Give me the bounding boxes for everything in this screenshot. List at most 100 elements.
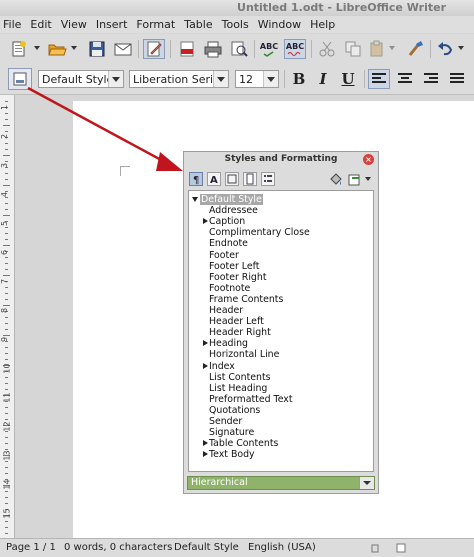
svg-text:¶: ¶ bbox=[193, 175, 199, 185]
italic-button[interactable]: I bbox=[312, 69, 334, 89]
styles-and-formatting-icon[interactable] bbox=[8, 68, 32, 90]
edit-document-icon[interactable] bbox=[143, 39, 165, 59]
status-language[interactable]: English (USA) bbox=[248, 542, 316, 553]
list-styles-icon[interactable] bbox=[261, 172, 275, 186]
print-preview-icon[interactable] bbox=[228, 39, 250, 59]
style-list-label: Addressee bbox=[209, 205, 258, 217]
ruler-tick bbox=[5, 197, 8, 198]
ruler-tick bbox=[3, 185, 10, 186]
menu-file[interactable]: File bbox=[0, 18, 27, 31]
open-folder-icon[interactable] bbox=[46, 39, 68, 59]
bold-button[interactable]: B bbox=[288, 69, 310, 89]
filter-value: Hierarchical bbox=[191, 477, 248, 488]
undo-dropdown-icon[interactable] bbox=[458, 46, 464, 50]
ruler-tick bbox=[3, 155, 10, 156]
email-icon[interactable] bbox=[112, 39, 134, 59]
font-size-select[interactable]: 12 bbox=[235, 70, 279, 88]
style-list-label: Footer Right bbox=[209, 271, 267, 283]
expand-right-icon[interactable] bbox=[203, 218, 208, 225]
new-dropdown-icon[interactable] bbox=[34, 46, 40, 50]
toolbar-separator bbox=[254, 40, 255, 58]
standard-toolbar: ABC ABC bbox=[0, 34, 474, 65]
ruler-tick bbox=[5, 527, 8, 528]
text-boundary-mark bbox=[120, 166, 130, 176]
justify-icon[interactable] bbox=[446, 69, 468, 89]
autospellcheck-icon[interactable]: ABC bbox=[284, 39, 306, 59]
ruler-tick bbox=[3, 245, 10, 246]
menu-format[interactable]: Format bbox=[133, 18, 181, 31]
fill-format-icon[interactable] bbox=[329, 172, 343, 186]
expand-right-icon[interactable] bbox=[203, 340, 208, 347]
toolbar-separator bbox=[364, 70, 365, 88]
style-list-label: Caption bbox=[209, 216, 246, 228]
ruler-number: 7 bbox=[0, 278, 10, 285]
ruler-tick bbox=[5, 353, 8, 354]
toolbar-separator bbox=[284, 70, 285, 88]
style-list-label: Text Body bbox=[209, 449, 255, 461]
style-list-label: Complimentary Close bbox=[209, 227, 310, 239]
style-list-label: Table Contents bbox=[209, 438, 279, 450]
align-left-icon[interactable] bbox=[368, 69, 390, 89]
chevron-down-icon[interactable] bbox=[359, 477, 374, 489]
align-center-icon[interactable] bbox=[394, 69, 416, 89]
copy-icon[interactable] bbox=[342, 39, 364, 59]
menu-window[interactable]: Window bbox=[255, 18, 307, 31]
autospell-label: ABC bbox=[285, 42, 305, 51]
save-icon[interactable] bbox=[86, 39, 108, 59]
menu-view[interactable]: View bbox=[58, 18, 93, 31]
frame-styles-icon[interactable] bbox=[225, 172, 239, 186]
ruler-tick bbox=[3, 335, 10, 336]
style-actions-dropdown-icon[interactable] bbox=[365, 177, 371, 181]
export-pdf-icon[interactable] bbox=[176, 39, 198, 59]
print-icon[interactable] bbox=[202, 39, 224, 59]
style-list-label: Sender bbox=[209, 416, 243, 427]
spellcheck-icon[interactable]: ABC bbox=[258, 39, 280, 59]
status-page-style[interactable]: Default Style bbox=[174, 542, 239, 553]
close-icon[interactable]: × bbox=[363, 154, 374, 165]
ruler-number: 15 bbox=[2, 508, 12, 519]
cut-icon[interactable] bbox=[316, 39, 338, 59]
page-styles-icon[interactable] bbox=[243, 172, 257, 186]
expand-right-icon[interactable] bbox=[203, 451, 208, 458]
chevron-down-icon[interactable] bbox=[213, 71, 228, 87]
undo-icon[interactable] bbox=[434, 39, 456, 59]
window-titlebar: Untitled 1.odt - LibreOffice Writer bbox=[0, 0, 474, 16]
ruler-tick bbox=[5, 503, 8, 504]
underline-button[interactable]: U bbox=[337, 69, 359, 89]
ruler-tick bbox=[5, 269, 8, 270]
open-dropdown-icon[interactable] bbox=[71, 46, 77, 50]
ruler-tick bbox=[5, 521, 8, 522]
ruler-tick bbox=[5, 359, 8, 360]
align-right-icon[interactable] bbox=[420, 69, 442, 89]
clone-formatting-icon[interactable] bbox=[404, 39, 426, 59]
menu-table[interactable]: Table bbox=[181, 18, 218, 31]
paste-icon[interactable] bbox=[366, 39, 388, 59]
ruler-tick bbox=[5, 143, 8, 144]
ruler-tick bbox=[5, 263, 8, 264]
expand-right-icon[interactable] bbox=[203, 440, 208, 447]
character-styles-icon[interactable]: A bbox=[207, 172, 221, 186]
ruler-number: 8 bbox=[0, 307, 10, 314]
paste-dropdown-icon[interactable] bbox=[389, 46, 395, 50]
chevron-down-icon[interactable] bbox=[263, 71, 278, 87]
font-name-select[interactable]: Liberation Serif bbox=[129, 70, 229, 88]
paragraph-styles-icon[interactable]: ¶ bbox=[189, 172, 203, 186]
paragraph-style-select[interactable]: Default Style bbox=[38, 70, 124, 88]
chevron-down-icon[interactable] bbox=[108, 71, 123, 87]
toolbar-separator bbox=[138, 40, 139, 58]
menu-insert[interactable]: Insert bbox=[93, 18, 134, 31]
style-filter-select[interactable]: Hierarchical bbox=[187, 476, 375, 490]
expand-right-icon[interactable] bbox=[203, 362, 208, 369]
expand-down-icon[interactable] bbox=[192, 197, 198, 202]
new-style-icon[interactable] bbox=[347, 172, 361, 186]
style-list[interactable]: Default Style Addressee Caption Complimenta… bbox=[188, 190, 374, 472]
new-document-icon[interactable] bbox=[8, 39, 30, 59]
menu-help[interactable]: Help bbox=[307, 18, 341, 31]
menu-edit[interactable]: Edit bbox=[27, 18, 57, 31]
ruler-tick bbox=[5, 233, 8, 234]
ruler-number: 1 bbox=[0, 104, 10, 111]
ruler-tick bbox=[5, 203, 8, 204]
menu-tools[interactable]: Tools bbox=[219, 18, 255, 31]
style-list-label: Default Style bbox=[200, 194, 263, 205]
ruler-tick bbox=[5, 461, 8, 462]
